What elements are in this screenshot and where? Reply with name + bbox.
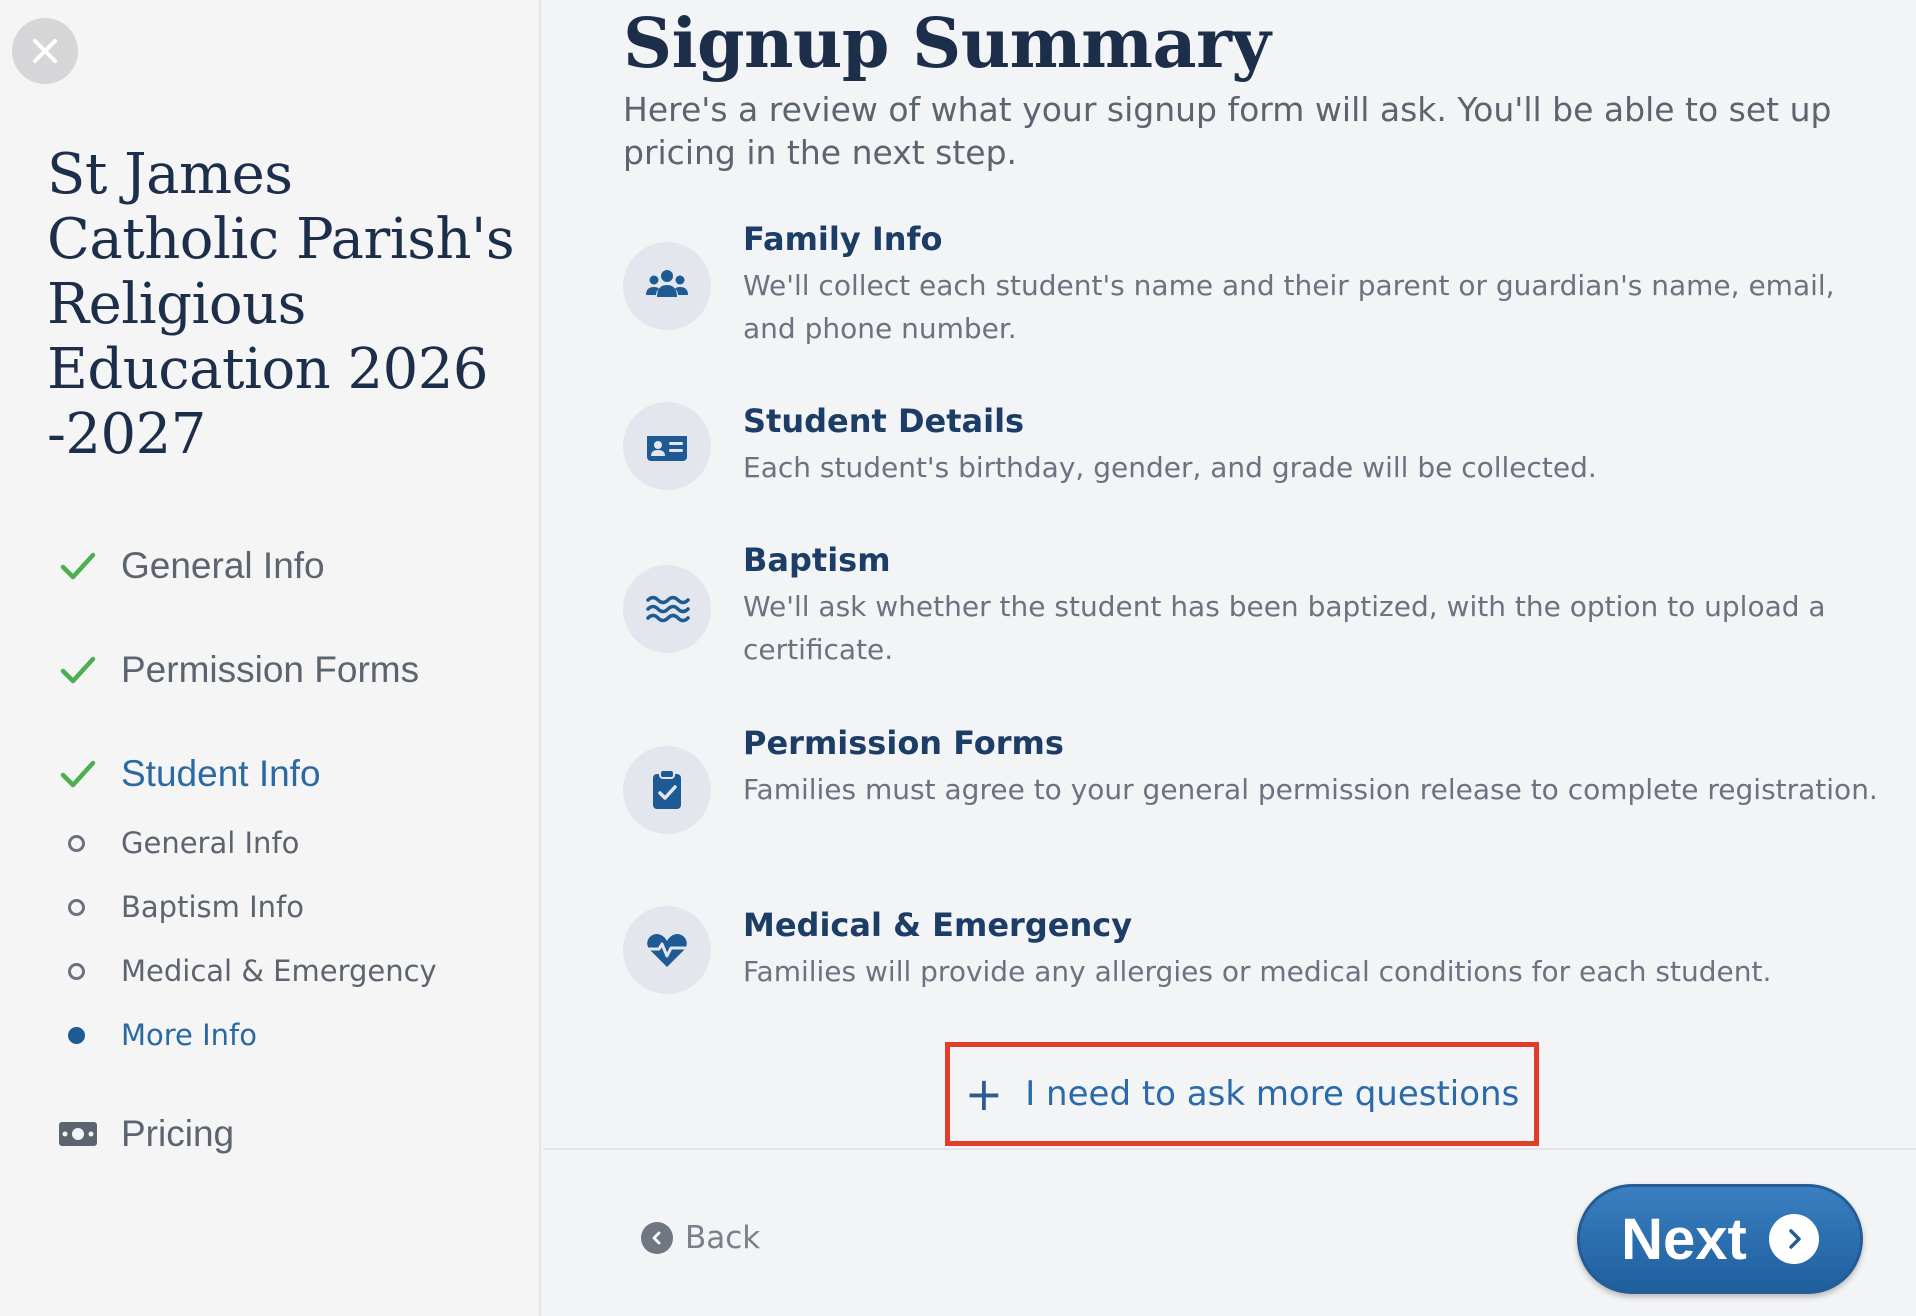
next-button[interactable]: Next xyxy=(1577,1184,1863,1294)
id-card-icon xyxy=(647,431,687,461)
clipboard-check-icon xyxy=(653,769,681,809)
item-description: Each student's birthday, gender, and gra… xyxy=(743,451,1597,484)
step-permission-forms[interactable]: Permission Forms xyxy=(58,649,419,691)
clipboard-check-icon-badge xyxy=(623,746,711,834)
substep-general-info[interactable]: General Info xyxy=(68,826,299,860)
step-general-info[interactable]: General Info xyxy=(58,545,325,587)
ask-more-label: I need to ask more questions xyxy=(1025,1074,1520,1114)
circle-outline-icon xyxy=(68,962,85,980)
circle-outline-icon xyxy=(68,898,85,916)
org-title: St James Catholic Parish's Religious Edu… xyxy=(47,142,515,467)
money-icon xyxy=(58,1114,98,1154)
check-icon xyxy=(58,754,98,794)
substep-baptism-info[interactable]: Baptism Info xyxy=(68,890,304,924)
item-description: We'll ask whether the student has been b… xyxy=(743,590,1826,666)
water-icon xyxy=(646,595,690,623)
item-description: We'll collect each student's name and th… xyxy=(743,269,1835,345)
close-icon xyxy=(33,39,57,63)
circle-outline-icon xyxy=(68,834,85,852)
item-heading: Family Info xyxy=(743,220,943,258)
heart-pulse-icon-badge xyxy=(623,906,711,994)
item-description: Families will provide any allergies or m… xyxy=(743,955,1772,988)
sidebar: St James Catholic Parish's Religious Edu… xyxy=(0,0,541,1316)
item-heading: Student Details xyxy=(743,402,1025,440)
step-label: General Info xyxy=(121,545,325,586)
plus-icon: + xyxy=(964,1067,1004,1121)
chevron-right-icon xyxy=(1768,1214,1819,1264)
substep-medical-emergency[interactable]: Medical & Emergency xyxy=(68,954,437,988)
footer-divider xyxy=(543,1148,1916,1150)
page-subtitle: Here's a review of what your signup form… xyxy=(623,90,1832,172)
ask-more-questions-button[interactable]: + I need to ask more questions xyxy=(945,1042,1539,1146)
substep-label: General Info xyxy=(121,826,300,860)
back-label: Back xyxy=(685,1220,761,1256)
page-title: Signup Summary xyxy=(623,4,1271,84)
back-button[interactable]: Back xyxy=(641,1220,760,1256)
item-description: Families must agree to your general perm… xyxy=(743,773,1878,806)
heart-pulse-icon xyxy=(647,934,687,967)
step-label: Permission Forms xyxy=(121,649,420,690)
step-label: Pricing xyxy=(121,1113,235,1154)
water-icon-badge xyxy=(623,565,711,653)
close-button[interactable] xyxy=(12,18,78,84)
next-label: Next xyxy=(1621,1206,1747,1272)
circle-filled-icon xyxy=(68,1026,85,1044)
item-heading: Permission Forms xyxy=(743,724,1064,762)
check-icon xyxy=(58,650,98,690)
item-heading: Baptism xyxy=(743,541,891,579)
substep-label: More Info xyxy=(121,1018,257,1052)
item-heading: Medical & Emergency xyxy=(743,906,1133,944)
step-pricing[interactable]: Pricing xyxy=(58,1113,234,1155)
id-card-icon-badge xyxy=(623,402,711,490)
step-student-info[interactable]: Student Info xyxy=(58,753,321,795)
step-label: Student Info xyxy=(121,753,321,794)
substep-label: Baptism Info xyxy=(121,890,304,924)
chevron-left-icon xyxy=(641,1222,673,1254)
users-icon xyxy=(646,270,688,297)
check-icon xyxy=(58,546,98,586)
substep-label: Medical & Emergency xyxy=(121,954,437,988)
substep-more-info[interactable]: More Info xyxy=(68,1018,257,1052)
users-icon-badge xyxy=(623,242,711,330)
